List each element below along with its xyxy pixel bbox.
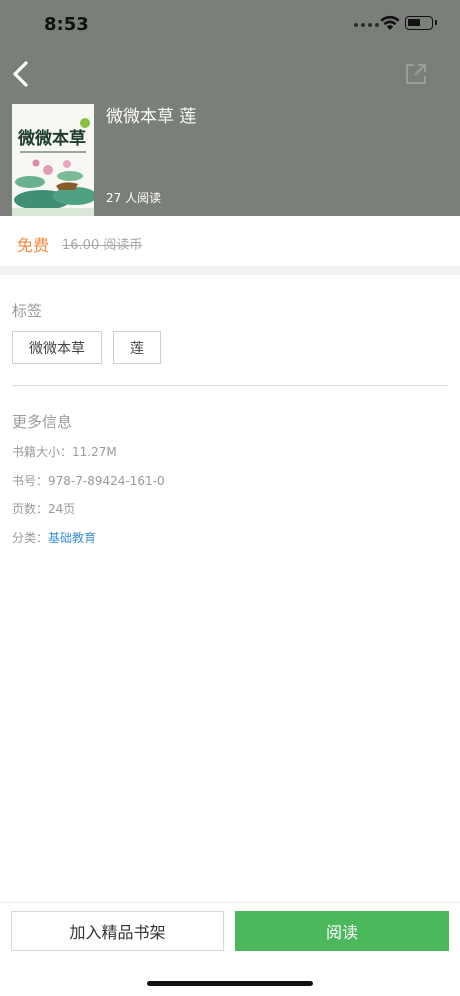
category-link[interactable]: 基础教育: [48, 531, 96, 545]
section-gap: [0, 266, 460, 275]
price-row: 免费 16.00 阅读币: [0, 216, 460, 266]
back-button[interactable]: [8, 58, 38, 90]
book-isbn: 书号：978-7-89424-161-0: [12, 474, 165, 488]
book-cover-image: 微微本草: [12, 104, 94, 216]
price-original: 16.00 阅读币: [62, 238, 143, 253]
reader-count: 27 人阅读: [106, 191, 162, 205]
status-time: 8:53: [44, 14, 89, 35]
share-button[interactable]: [402, 60, 430, 88]
status-bar: 8:53: [0, 0, 460, 50]
home-indicator: [147, 981, 313, 986]
battery-icon: [405, 16, 437, 30]
book-size: 书籍大小：11.27M: [12, 445, 117, 459]
category-label: 分类：: [12, 531, 49, 545]
tag-chip[interactable]: 微微本草: [12, 331, 102, 364]
divider: [12, 385, 448, 386]
cellular-signal-icon: [354, 23, 379, 27]
book-cover[interactable]: 微微本草: [12, 104, 94, 216]
price-free: 免费: [17, 236, 50, 255]
wifi-icon: [380, 15, 400, 30]
read-button[interactable]: 阅读: [235, 911, 449, 951]
cover-title-text: 微微本草: [17, 128, 86, 149]
tag-chip[interactable]: 莲: [113, 331, 161, 364]
share-icon: [406, 64, 426, 84]
book-title: 微微本草 莲: [106, 107, 197, 127]
book-header: 8:53 微微本草 微微本草 莲 27 人阅读: [0, 0, 460, 216]
book-pages: 页数：24页: [12, 502, 76, 516]
book-category: 分类：基础教育: [12, 529, 96, 546]
chevron-left-icon: [13, 61, 28, 87]
more-info-heading: 更多信息: [12, 413, 73, 431]
tags-heading: 标签: [12, 302, 43, 320]
add-to-shelf-button[interactable]: 加入精品书架: [11, 911, 224, 951]
